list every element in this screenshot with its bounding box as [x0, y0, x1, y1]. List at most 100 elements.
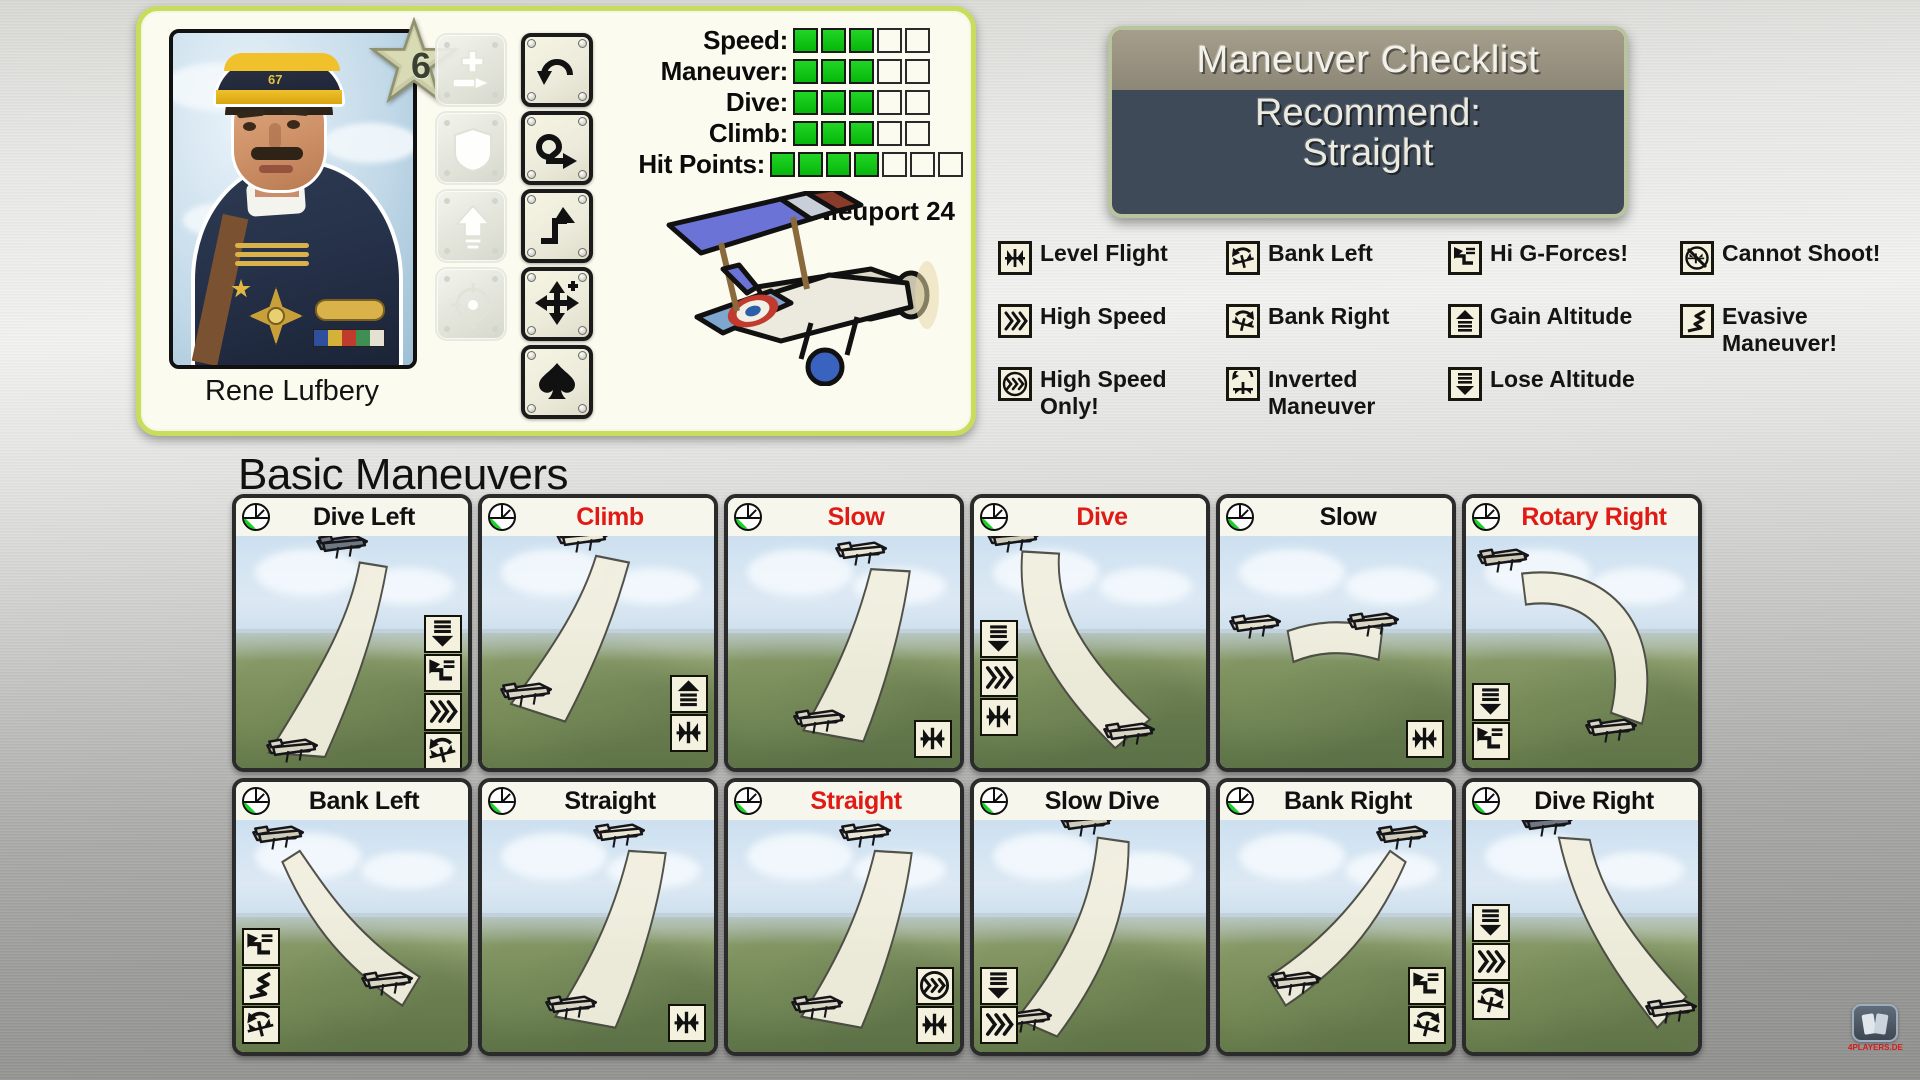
plane-marker-bot: [788, 991, 849, 1029]
stat-pips: [793, 28, 930, 53]
plane-marker-top: [984, 536, 1045, 562]
inverted-icon: [1226, 367, 1260, 401]
maneuver-card[interactable]: Dive Left: [232, 494, 472, 772]
maneuver-card-title: Bank Right: [1284, 786, 1412, 815]
gain-altitude-icon: [1448, 304, 1482, 338]
legend-column: Bank Left Bank Right Inverted Maneuver: [1226, 240, 1456, 448]
level-flight-icon: [920, 727, 945, 750]
advance-button[interactable]: [521, 345, 593, 419]
pip-filled: [826, 152, 851, 177]
maneuver-quality-pie-icon: [1472, 787, 1500, 815]
stat-label: Maneuver:: [660, 56, 789, 86]
evasive-icon: [242, 967, 280, 1005]
hi-g-forces-icon: [424, 653, 462, 692]
bank-left-icon: [247, 1011, 274, 1037]
pip-filled: [849, 28, 874, 53]
plane-marker-icon: [1375, 825, 1428, 850]
maneuver-card-row: Bank Left Straight Straight Slow Dive Bank R…: [232, 778, 1716, 1056]
stat-pips: [793, 90, 930, 115]
maneuver-quality-pie-icon: [1226, 503, 1254, 531]
hi-g-forces-icon: [1454, 247, 1475, 265]
pip-filled: [821, 90, 846, 115]
maneuver-quality-pie-icon: [1472, 503, 1500, 531]
plane-marker-icon: [1346, 612, 1399, 637]
legend-item-label: High Speed: [1040, 303, 1167, 329]
maneuver-quality-pie-icon: [734, 503, 762, 531]
level-flight-icon: [914, 720, 952, 758]
legend-item: Hi G-Forces!: [1448, 240, 1688, 275]
maneuver-card[interactable]: Slow Dive: [970, 778, 1210, 1056]
maneuver-card[interactable]: Slow: [1216, 494, 1456, 772]
lose-altitude-icon: [1479, 908, 1502, 936]
lose-altitude-icon: [987, 624, 1010, 652]
maneuver-card[interactable]: Bank Right: [1216, 778, 1456, 1056]
maneuver-card[interactable]: Rotary Right: [1462, 494, 1702, 772]
maneuver-card-artwork: [482, 536, 714, 768]
plane-marker-top: [1373, 821, 1434, 859]
plane-marker-icon: [500, 682, 553, 707]
pip-filled: [821, 59, 846, 84]
plane-marker-top: [833, 537, 894, 575]
checklist-recommend-label: Recommend:: [1255, 92, 1481, 134]
maneuver-card[interactable]: Straight: [724, 778, 964, 1056]
maneuver-card-title: Dive: [1076, 502, 1128, 531]
maneuver-card[interactable]: Climb: [478, 494, 718, 772]
stat-label: Hit Points:: [638, 149, 765, 179]
target-ability-button[interactable]: [435, 267, 507, 341]
maneuver-card[interactable]: Dive: [970, 494, 1210, 772]
plane-marker-icon: [556, 536, 608, 553]
high-speed-icon: [980, 658, 1018, 697]
pip-filled: [793, 121, 818, 146]
watermark-logo-icon: [1852, 1004, 1898, 1042]
maneuver-card-title: Straight: [810, 786, 902, 815]
high-speed-only-icon: [1002, 371, 1028, 397]
high-speed-icon: [1004, 311, 1028, 331]
gain-altitude-icon: [670, 675, 708, 713]
pip-filled: [798, 152, 823, 177]
plane-marker-icon: [839, 823, 892, 848]
stat-row: Speed:: [611, 25, 963, 56]
pip-filled: [770, 152, 795, 177]
plane-marker-icon: [1102, 722, 1155, 747]
maneuver-card-header: Slow: [1220, 498, 1452, 536]
legend-item: Cannot Shoot!: [1680, 240, 1920, 275]
plane-marker-top: [1058, 820, 1119, 846]
maneuver-card[interactable]: Slow: [724, 494, 964, 772]
lose-altitude-icon: [980, 619, 1018, 658]
maneuver-card[interactable]: Bank Left: [232, 778, 472, 1056]
high-speed-only-icon: [998, 367, 1032, 401]
pip-empty: [905, 121, 930, 146]
lose-altitude-icon: [1479, 688, 1502, 715]
defense-ability-button[interactable]: [435, 111, 507, 185]
reposition-button[interactable]: [521, 267, 593, 341]
plane-marker-bot: [1100, 718, 1161, 756]
maneuver-card[interactable]: Straight: [478, 778, 718, 1056]
plane-illustration: [661, 186, 961, 387]
maneuver-card-header: Dive Left: [236, 498, 468, 536]
evasive-icon: [1687, 309, 1706, 333]
loop-left-button[interactable]: [521, 33, 593, 107]
lose-altitude-icon: [980, 967, 1018, 1005]
maneuver-card-title: Dive Right: [1534, 786, 1654, 815]
lose-altitude-icon: [424, 614, 462, 653]
plane-marker-bot: [1344, 608, 1405, 646]
plane-marker-top: [1226, 610, 1287, 648]
maneuver-card-title: Slow: [827, 502, 885, 531]
sidestep-button[interactable]: [521, 189, 593, 263]
maneuver-card[interactable]: Dive Right: [1462, 778, 1702, 1056]
legend-item-label: Inverted Maneuver: [1268, 366, 1376, 419]
legend-item: Gain Altitude: [1448, 303, 1688, 338]
plane-marker-bot: [1583, 714, 1644, 752]
stat-label: Speed:: [703, 25, 788, 55]
immelmann-button[interactable]: [521, 111, 593, 185]
maneuver-card-artwork: [1220, 536, 1452, 768]
boost-ability-button[interactable]: [435, 189, 507, 263]
plane-marker-icon: [1585, 718, 1637, 743]
pip-filled: [854, 152, 879, 177]
high-speed-icon: [1472, 942, 1510, 981]
level-flight-icon: [674, 1011, 699, 1034]
maneuver-card-artwork: [236, 820, 468, 1052]
repair-ability-button[interactable]: [435, 33, 507, 107]
legend-item-label: Gain Altitude: [1490, 303, 1633, 329]
hi-g-forces-icon: [1448, 241, 1482, 275]
